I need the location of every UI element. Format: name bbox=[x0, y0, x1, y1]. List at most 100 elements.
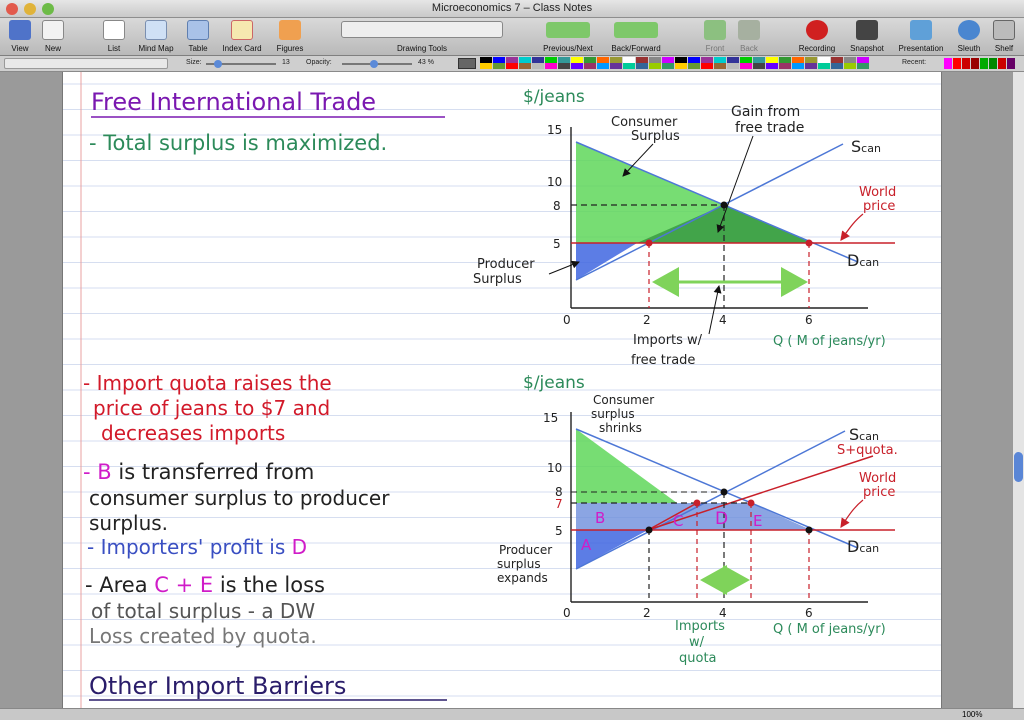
palette-swatch[interactable] bbox=[857, 63, 869, 69]
palette-swatch[interactable] bbox=[740, 63, 752, 69]
palette-swatch[interactable] bbox=[584, 63, 596, 69]
front-button[interactable]: Front bbox=[700, 18, 730, 56]
new-page-icon bbox=[42, 20, 64, 40]
recent-swatch[interactable] bbox=[989, 58, 997, 69]
palette-swatch[interactable] bbox=[545, 63, 557, 69]
palette-swatch[interactable] bbox=[636, 63, 648, 69]
record-icon bbox=[806, 20, 828, 40]
supply-at-world-price-dot bbox=[645, 239, 653, 247]
palette-swatch[interactable] bbox=[571, 63, 583, 69]
list-button[interactable]: List bbox=[98, 18, 130, 56]
palette-swatch[interactable] bbox=[532, 63, 544, 69]
producer-surplus-label-2: Surplus bbox=[473, 272, 522, 287]
title-bar: Microeconomics 7 – Class Notes bbox=[0, 0, 1024, 18]
palette-swatch[interactable] bbox=[753, 63, 765, 69]
recording-button[interactable]: Recording bbox=[794, 18, 840, 56]
figures-button[interactable]: Figures bbox=[270, 18, 310, 56]
palette-swatch[interactable] bbox=[688, 63, 700, 69]
drawing-tools-icon bbox=[341, 21, 503, 38]
heading-free-trade: Free International Trade bbox=[91, 88, 376, 116]
palette-swatch[interactable] bbox=[701, 63, 713, 69]
palette-swatch[interactable] bbox=[675, 63, 687, 69]
palette-swatch[interactable] bbox=[779, 63, 791, 69]
cs-shrinks-label: Consumer bbox=[593, 393, 654, 407]
palette-swatch[interactable] bbox=[727, 63, 739, 69]
palette-swatch[interactable] bbox=[792, 63, 804, 69]
palette-swatch[interactable] bbox=[662, 63, 674, 69]
y-tick-10-2: 10 bbox=[547, 461, 562, 475]
back-button[interactable]: Back bbox=[734, 18, 764, 56]
x-tick-6: 6 bbox=[805, 313, 813, 327]
table-icon bbox=[187, 20, 209, 40]
producer-surplus-area bbox=[576, 243, 637, 280]
x-tick-2-2: 2 bbox=[643, 606, 651, 620]
palette-swatch[interactable] bbox=[610, 63, 622, 69]
palette-swatch[interactable] bbox=[844, 63, 856, 69]
snapshot-button[interactable]: Snapshot bbox=[844, 18, 890, 56]
status-bar: 100% bbox=[0, 708, 1024, 720]
palette-swatch[interactable] bbox=[519, 63, 531, 69]
drawing-tools[interactable]: Drawing Tools bbox=[338, 18, 506, 56]
world-price-label-2b: price bbox=[863, 485, 895, 500]
arrows-icon bbox=[546, 22, 590, 38]
palette-swatch[interactable] bbox=[623, 63, 635, 69]
x-axis-label-2: Q ( M of jeans/yr) bbox=[773, 622, 886, 637]
size-slider[interactable] bbox=[206, 60, 276, 68]
palette-swatch[interactable] bbox=[714, 63, 726, 69]
palette-swatch[interactable] bbox=[766, 63, 778, 69]
view-button[interactable]: View bbox=[4, 18, 36, 56]
opacity-slider-knob[interactable] bbox=[370, 60, 378, 68]
gain-label: Gain from bbox=[731, 104, 800, 120]
recent-colors[interactable] bbox=[944, 57, 1020, 70]
recent-swatch[interactable] bbox=[971, 58, 979, 69]
world-price-label-2a: World bbox=[859, 471, 896, 486]
consumer-surplus-label: Consumer bbox=[611, 115, 678, 130]
importers-note: - Importers' profit is D bbox=[87, 535, 307, 559]
ps-expands-label: Producer bbox=[499, 543, 552, 557]
size-slider-knob[interactable] bbox=[214, 60, 222, 68]
notes-canvas: Free International Trade - Total surplus… bbox=[63, 72, 941, 712]
back-forward-icon bbox=[614, 22, 658, 38]
palette-swatch[interactable] bbox=[506, 63, 518, 69]
mind-map-button[interactable]: Mind Map bbox=[132, 18, 180, 56]
recent-swatch[interactable] bbox=[1007, 58, 1015, 69]
previous-next-button[interactable]: Previous/Next bbox=[536, 18, 600, 56]
palette-swatch[interactable] bbox=[480, 63, 492, 69]
palette-swatch[interactable] bbox=[818, 63, 830, 69]
zoom-level[interactable]: 100% bbox=[962, 710, 982, 719]
camera-icon bbox=[856, 20, 878, 40]
table-button[interactable]: Table bbox=[182, 18, 214, 56]
quota-demand-dot bbox=[747, 499, 755, 507]
palette-swatch[interactable] bbox=[493, 63, 505, 69]
palette-swatch[interactable] bbox=[597, 63, 609, 69]
opacity-slider[interactable] bbox=[342, 60, 412, 68]
recent-swatch[interactable] bbox=[980, 58, 988, 69]
palette-swatch[interactable] bbox=[649, 63, 661, 69]
presentation-button[interactable]: Presentation bbox=[892, 18, 950, 56]
back-forward-button[interactable]: Back/Forward bbox=[604, 18, 668, 56]
pen-presets[interactable] bbox=[4, 58, 168, 69]
ps-expands-label-3: expands bbox=[497, 571, 548, 585]
color-palette[interactable] bbox=[480, 57, 870, 70]
world-price-pointer-2 bbox=[840, 499, 864, 528]
palette-swatch[interactable] bbox=[831, 63, 843, 69]
shelf-button[interactable]: Shelf bbox=[988, 18, 1020, 56]
y-axis-label-2: $/jeans bbox=[523, 373, 585, 393]
palette-swatch[interactable] bbox=[558, 63, 570, 69]
sleuth-button[interactable]: Sleuth bbox=[952, 18, 986, 56]
consumer-surplus-label-2: Surplus bbox=[631, 129, 680, 144]
new-button[interactable]: New bbox=[38, 18, 68, 56]
vertical-scrollbar[interactable] bbox=[1012, 72, 1024, 708]
recent-swatch[interactable] bbox=[998, 58, 1006, 69]
presentation-icon bbox=[910, 20, 932, 40]
palette-swatch[interactable] bbox=[805, 63, 817, 69]
recent-swatch[interactable] bbox=[962, 58, 970, 69]
recent-swatch[interactable] bbox=[953, 58, 961, 69]
recent-swatch[interactable] bbox=[944, 58, 952, 69]
current-color-swatch[interactable] bbox=[458, 58, 476, 69]
scroll-thumb[interactable] bbox=[1014, 452, 1023, 482]
quota-imports-label: Imports bbox=[675, 619, 725, 634]
supply-label-2: Scan bbox=[849, 425, 879, 444]
index-card-button[interactable]: Index Card bbox=[216, 18, 268, 56]
quota-imports-label-3: quota bbox=[679, 651, 717, 666]
